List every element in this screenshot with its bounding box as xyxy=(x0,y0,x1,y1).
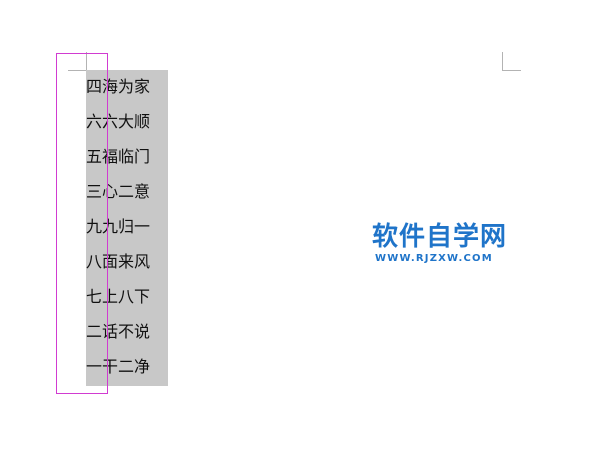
margin-corner-top-left xyxy=(68,52,87,71)
text-line[interactable]: 六六大顺 xyxy=(86,111,168,133)
watermark-logo: 软件自学网 WWW.RJZXW.COM xyxy=(372,222,522,268)
text-line[interactable]: 五福临门 xyxy=(86,146,168,168)
text-line[interactable]: 一干二净 xyxy=(86,356,168,378)
text-line[interactable]: 四海为家 xyxy=(86,76,168,98)
watermark-title: 软件自学网 xyxy=(372,222,508,252)
text-line[interactable]: 七上八下 xyxy=(86,286,168,308)
text-line[interactable]: 三心二意 xyxy=(86,181,168,203)
watermark-url: WWW.RJZXW.COM xyxy=(375,253,493,264)
highlighted-text-block[interactable]: 四海为家 六六大顺 五福临门 三心二意 九九归一 八面来风 七上八下 二话不说 … xyxy=(86,70,168,386)
text-line[interactable]: 九九归一 xyxy=(86,216,168,238)
text-line[interactable]: 二话不说 xyxy=(86,321,168,343)
margin-corner-top-right xyxy=(502,52,521,71)
text-line[interactable]: 八面来风 xyxy=(86,251,168,273)
document-page[interactable]: 四海为家 六六大顺 五福临门 三心二意 九九归一 八面来风 七上八下 二话不说 … xyxy=(0,0,590,450)
